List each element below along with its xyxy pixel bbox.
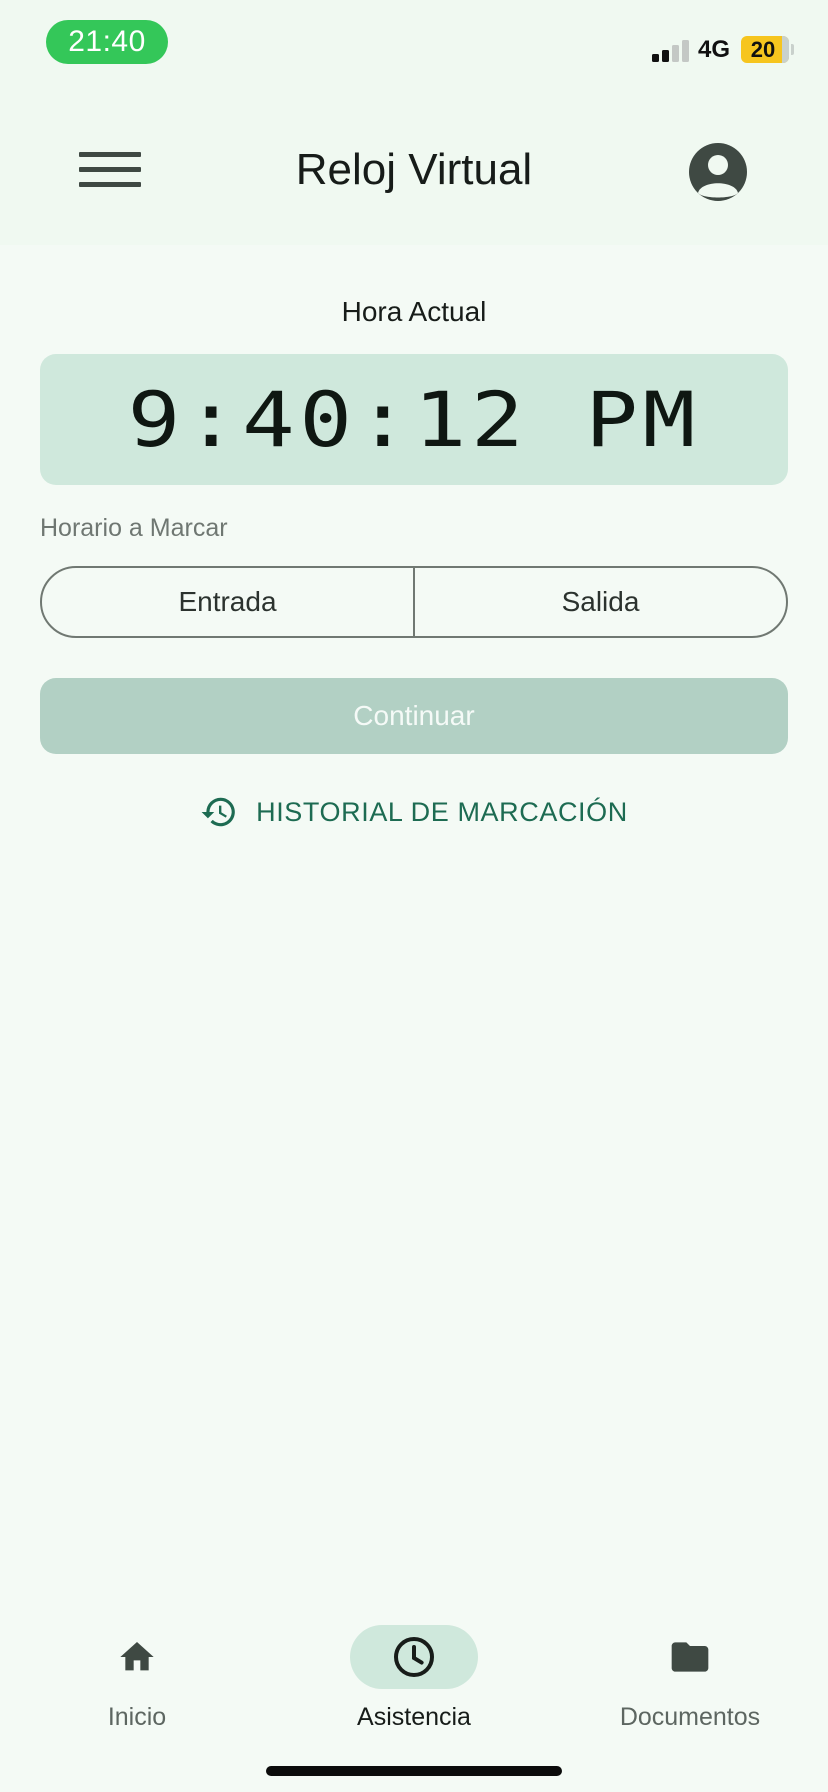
nav-label-documentos: Documentos xyxy=(619,1703,761,1731)
segment-entrada[interactable]: Entrada xyxy=(42,568,413,636)
clock-time: 9:40:12 PM xyxy=(127,375,701,464)
segment-salida[interactable]: Salida xyxy=(413,568,786,636)
nav-label-inicio: Inicio xyxy=(107,1703,167,1731)
history-icon xyxy=(201,797,235,827)
nav-label-asistencia: Asistencia xyxy=(357,1703,471,1731)
clock-icon xyxy=(394,1637,434,1677)
continue-button[interactable]: Continuar xyxy=(40,678,788,754)
account-icon[interactable] xyxy=(689,143,747,201)
current-time-label: Hora Actual xyxy=(341,296,487,327)
battery-indicator: 20 xyxy=(741,36,789,63)
signal-icon xyxy=(652,40,689,62)
schedule-label: Horario a Marcar xyxy=(40,514,228,542)
nav-item-asistencia[interactable]: Asistencia xyxy=(304,1625,524,1745)
battery-cap xyxy=(791,44,794,55)
folder-icon xyxy=(671,1642,709,1672)
history-link[interactable]: HISTORIAL DE MARCACIÓN xyxy=(0,790,828,834)
history-label: HISTORIAL DE MARCACIÓN xyxy=(256,796,628,827)
page-title: Reloj Virtual xyxy=(295,145,533,194)
nav-icon-container xyxy=(73,1625,201,1689)
battery-empty-portion xyxy=(782,36,789,63)
battery-level: 20 xyxy=(750,36,776,62)
home-indicator[interactable] xyxy=(266,1766,562,1776)
nav-icon-container-active xyxy=(350,1625,478,1689)
network-type: 4G xyxy=(698,36,731,63)
status-time: 21:40 xyxy=(46,20,168,64)
menu-icon[interactable] xyxy=(79,152,141,188)
home-icon xyxy=(120,1642,154,1671)
nav-icon-container xyxy=(626,1625,754,1689)
nav-item-inicio[interactable]: Inicio xyxy=(27,1625,247,1745)
schedule-segmented-control: Entrada Salida xyxy=(40,566,788,638)
nav-item-documentos[interactable]: Documentos xyxy=(580,1625,800,1745)
clock-display: 9:40:12 PM xyxy=(40,354,788,485)
